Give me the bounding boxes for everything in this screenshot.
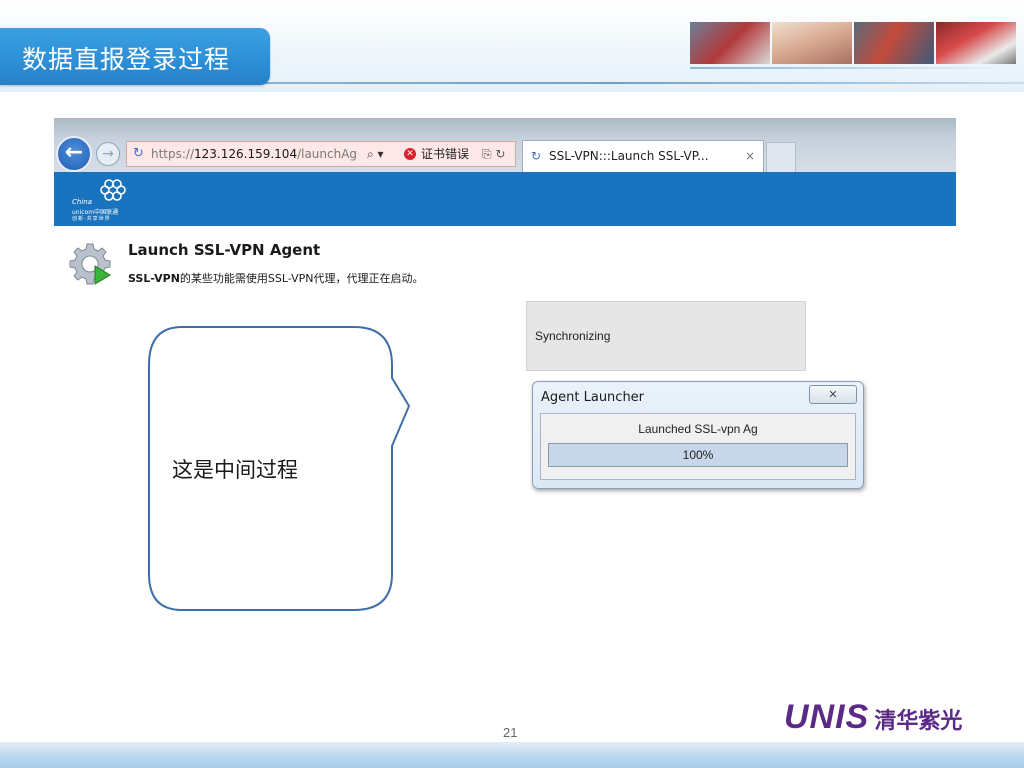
close-icon: ✕	[828, 388, 838, 401]
launch-heading: Launch SSL-VPN Agent	[128, 241, 321, 259]
tab-ssl-vpn[interactable]: ↻ SSL-VPN:::Launch SSL-VP... ×	[522, 140, 764, 172]
china-unicom-logo: China unicom中国联通 创新·共享世界	[68, 178, 138, 222]
browser-chrome: ← → ↻ https://123.126.159.104/launchAg ⌕…	[54, 118, 956, 172]
page-number: 21	[503, 725, 518, 740]
dialog-message: Launched SSL-vpn Ag­	[638, 422, 758, 436]
tab-favicon-icon: ↻	[531, 149, 542, 163]
dialog-close-button[interactable]: ✕	[809, 385, 857, 404]
sync-status-text: Synchronizing	[535, 329, 611, 343]
launch-description-bold: SSL-VPN	[128, 272, 180, 285]
unicom-knot-icon	[100, 179, 126, 201]
tab-label: SSL-VPN:::Launch SSL-VP...	[549, 149, 709, 163]
unicom-logo-line1: China	[72, 198, 92, 206]
launch-description: SSL-VPN的某些功能需使用SSL-VPN代理，代理正在启动。	[128, 270, 424, 286]
site-icon: ↻	[133, 146, 144, 161]
launch-description-text: 的某些功能需使用SSL-VPN代理，代理正在启动。	[179, 272, 424, 285]
dialog-body: Launched SSL-vpn Ag­ 100%	[540, 413, 856, 480]
new-tab-button[interactable]	[766, 142, 796, 172]
callout-text: 这是中间过程	[172, 458, 298, 482]
certificate-error-icon[interactable]: ✕	[404, 148, 416, 160]
certificate-error-label[interactable]: 证书错误	[421, 142, 469, 166]
refresh-icon[interactable]: ⎘ ↻	[482, 142, 505, 166]
header-photo-volunteers	[936, 22, 1016, 64]
agent-launcher-dialog: Agent Launcher ✕ Launched SSL-vpn Ag­ 10…	[532, 381, 864, 489]
sync-status-panel: Synchronizing	[526, 301, 806, 371]
header-photo-hands	[772, 22, 852, 64]
site-header-band: China unicom中国联通 创新·共享世界	[54, 172, 956, 226]
progress-label: 100%	[682, 448, 714, 462]
dialog-title: Agent Launcher	[541, 390, 645, 405]
forward-button[interactable]: →	[96, 142, 120, 166]
arrow-left-icon: ←	[64, 140, 84, 165]
unis-logo: UNIS 清华紫光	[784, 698, 962, 737]
header-photo-crowd	[854, 22, 934, 64]
header-photo-strip	[690, 22, 1016, 64]
footer-band	[0, 742, 1024, 768]
progress-bar: 100%	[548, 443, 848, 467]
header-photo-bus	[690, 22, 770, 64]
search-dropdown-icon[interactable]: ⌕ ▾	[367, 142, 384, 166]
slide-title: 数据直报登录过程	[22, 45, 231, 74]
browser-screenshot: ← → ↻ https://123.126.159.104/launchAg ⌕…	[54, 118, 956, 226]
back-button[interactable]: ←	[56, 136, 92, 172]
address-bar[interactable]: ↻ https://123.126.159.104/launchAg ⌕ ▾ ✕…	[126, 141, 516, 167]
header-strip-line	[690, 67, 1010, 69]
address-url: https://123.126.159.104/launchAg	[151, 147, 358, 161]
tab-close-icon[interactable]: ×	[745, 141, 755, 171]
unis-logo-text: UNIS	[784, 698, 870, 736]
unis-logo-cn: 清华紫光	[874, 709, 963, 734]
gear-play-icon	[69, 243, 111, 285]
unicom-logo-line3: 创新·共享世界	[72, 216, 111, 222]
arrow-right-icon: →	[102, 146, 114, 162]
